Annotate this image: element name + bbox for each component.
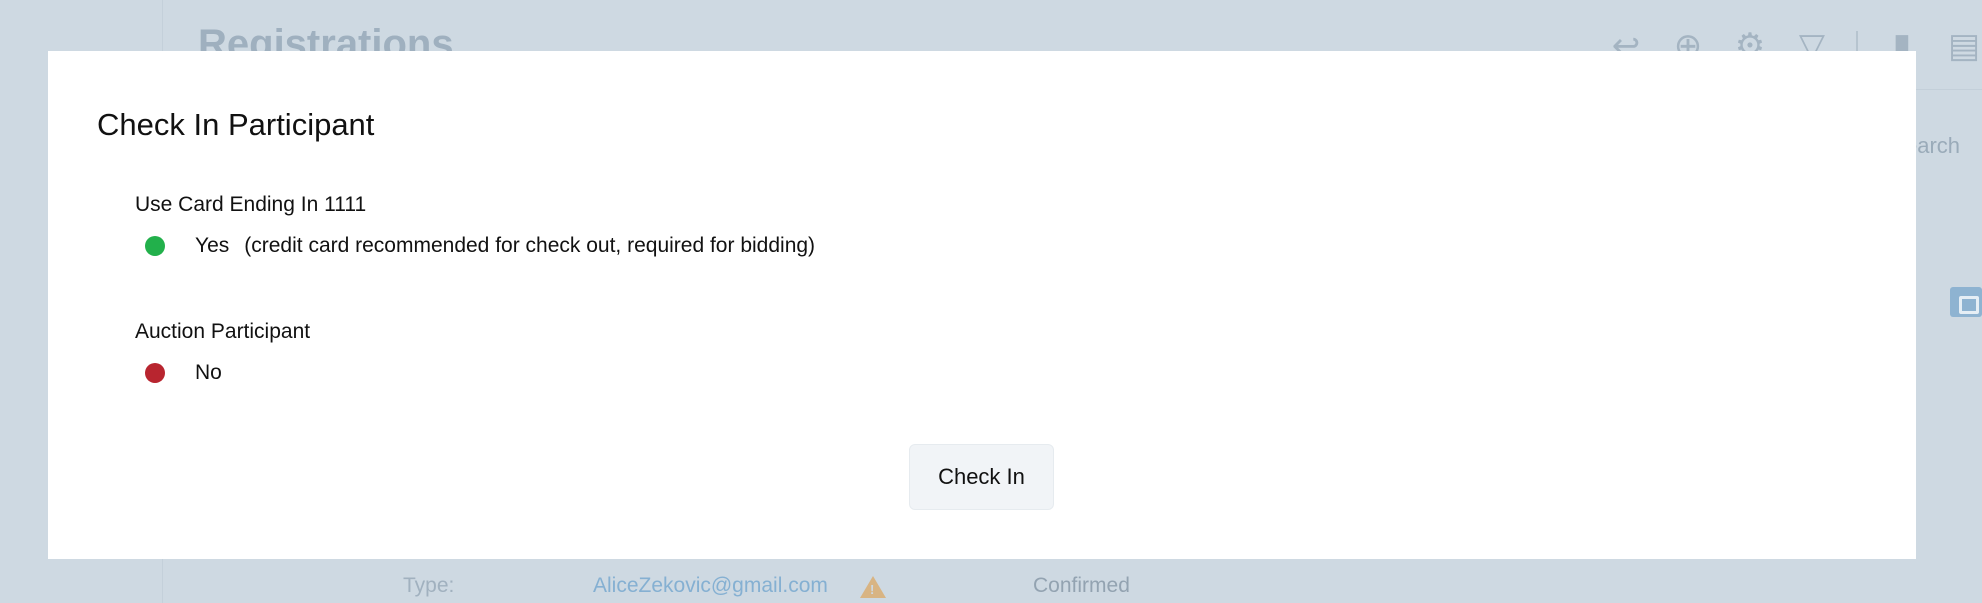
modal-title: Check In Participant xyxy=(97,107,375,142)
warning-mark: ! xyxy=(870,582,875,597)
export-icon[interactable]: ▤ xyxy=(1946,27,1982,65)
check-in-modal: Check In Participant Use Card Ending In … xyxy=(48,51,1916,559)
status-dot-icon xyxy=(145,236,165,256)
card-option-note: (credit card recommended for check out, … xyxy=(244,234,816,257)
card-option[interactable]: Yes (credit card recommended for check o… xyxy=(145,234,815,258)
type-label: Type: xyxy=(403,574,455,597)
check-in-button[interactable]: Check In xyxy=(909,444,1054,510)
email-link[interactable]: AliceZekovic@gmail.com xyxy=(593,574,828,598)
auction-field-label: Auction Participant xyxy=(135,320,311,343)
auction-option[interactable]: No xyxy=(145,361,222,385)
status-text: Confirmed xyxy=(1033,574,1130,597)
card-field-label: Use Card Ending In 1111 xyxy=(135,193,367,216)
status-dot-icon xyxy=(145,363,165,383)
calendar-return-icon[interactable] xyxy=(1950,287,1982,317)
card-option-value: Yes xyxy=(195,234,230,257)
auction-option-value: No xyxy=(195,361,222,384)
